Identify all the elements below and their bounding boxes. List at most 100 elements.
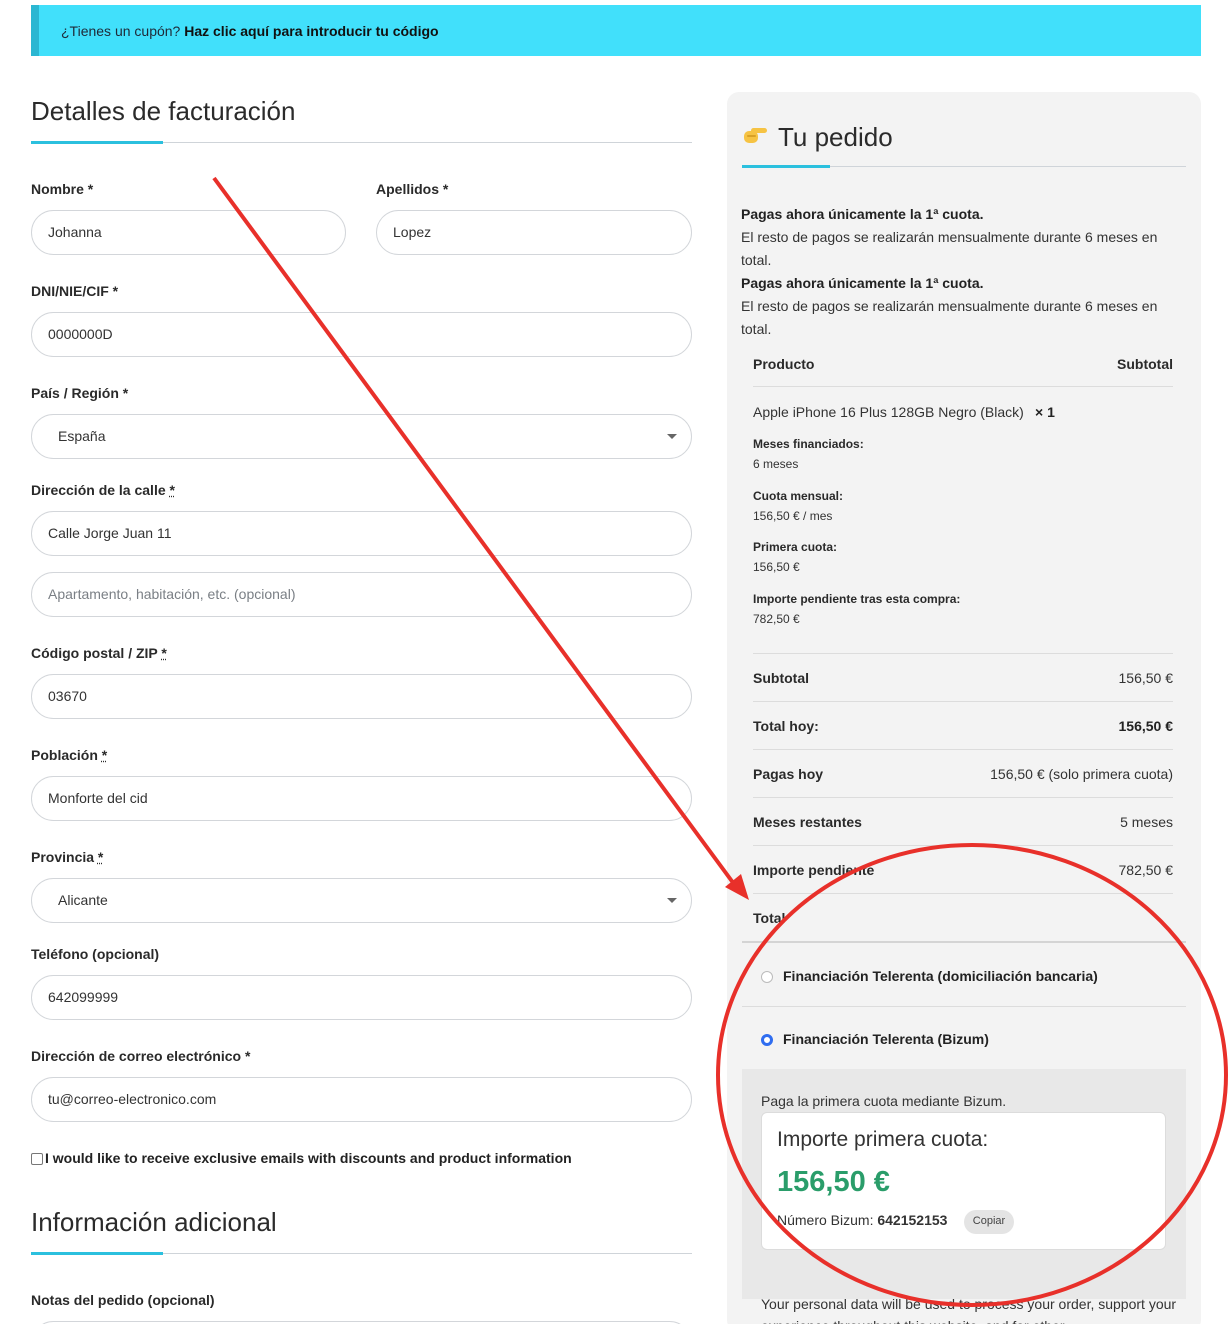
additional-title: Información adicional — [31, 1207, 277, 1237]
product-name: Apple iPhone 16 Plus 128GB Negro (Black) — [753, 404, 1024, 420]
city-field[interactable]: Monforte del cid — [31, 776, 692, 821]
payment-method-bank[interactable]: Financiación Telerenta (domiciliación ba… — [761, 968, 1098, 984]
province-label-text: Provincia — [31, 849, 95, 865]
newsletter-row[interactable]: I would like to receive exclusive emails… — [31, 1150, 572, 1166]
last-name-field[interactable]: Lopez — [376, 210, 692, 255]
order-title-text: Tu pedido — [778, 122, 893, 152]
product-column-header: Producto — [753, 356, 815, 372]
meta-value: 782,50 € — [753, 612, 800, 626]
bizum-card-title: Importe primera cuota: — [777, 1128, 989, 1151]
bizum-number-line: Número Bizum: 642152153 — [777, 1212, 947, 1228]
coupon-prefix: ¿Tienes un cupón? — [61, 23, 181, 39]
country-value: España — [58, 428, 106, 444]
chevron-down-icon — [667, 898, 677, 903]
order-divider — [742, 165, 1186, 168]
subtotal-column-header: Subtotal — [1117, 356, 1173, 372]
address-label: Dirección de la calle * — [31, 482, 175, 498]
totals-key: Total — [753, 910, 786, 926]
totals-value: 782,50 € — [1118, 862, 1174, 878]
payment-method-label: Financiación Telerenta (Bizum) — [783, 1031, 989, 1047]
payment-method-label: Financiación Telerenta (domiciliación ba… — [783, 968, 1098, 984]
bizum-number: 642152153 — [877, 1212, 948, 1228]
divider — [753, 893, 1173, 894]
note-2-text: El resto de pagos se realizarán mensualm… — [741, 298, 1158, 337]
payment-method-bizum[interactable]: Financiación Telerenta (Bizum) — [761, 1031, 989, 1047]
pointing-hand-icon — [744, 128, 767, 143]
email-field[interactable]: tu@correo-electronico.com — [31, 1077, 692, 1122]
meta-key: Primera cuota: — [753, 540, 838, 554]
note-2-bold: Pagas ahora únicamente la 1ª cuota. — [741, 275, 984, 291]
meta-value: 6 meses — [753, 457, 799, 471]
order-title: Tu pedido — [742, 122, 893, 153]
totals-value: 156,50 € — [1118, 670, 1174, 686]
totals-value: 156,50 € (solo primera cuota) — [990, 766, 1173, 782]
chevron-down-icon — [667, 434, 677, 439]
meta-key: Importe pendiente tras esta compra: — [753, 592, 961, 606]
coupon-banner: ¿Tienes un cupón? Haz clic aquí para int… — [31, 5, 1201, 56]
city-label: Población * — [31, 747, 107, 763]
phone-field[interactable]: 642099999 — [31, 975, 692, 1020]
payment-divider — [742, 941, 1186, 943]
meta-key: Meses financiados: — [753, 437, 864, 451]
installment-note-1: Pagas ahora únicamente la 1ª cuota. El r… — [741, 203, 1181, 272]
copy-button[interactable]: Copiar — [964, 1210, 1014, 1234]
required-mark: * — [97, 849, 104, 865]
divider — [753, 653, 1173, 654]
note-1-text: El resto de pagos se realizarán mensualm… — [741, 229, 1158, 268]
required-mark: * — [101, 747, 108, 763]
coupon-link[interactable]: Haz clic aquí para introducir tu código — [184, 23, 438, 39]
required-mark: * — [161, 645, 167, 661]
totals-key: Total hoy: — [753, 718, 819, 734]
divider — [753, 797, 1173, 798]
divider — [742, 1006, 1186, 1007]
installment-note-2: Pagas ahora únicamente la 1ª cuota. El r… — [741, 272, 1181, 341]
totals-key: Pagas hoy — [753, 766, 824, 782]
newsletter-label: I would like to receive exclusive emails… — [45, 1150, 572, 1166]
note-1-bold: Pagas ahora únicamente la 1ª cuota. — [741, 206, 984, 222]
phone-label: Teléfono (opcional) — [31, 946, 160, 962]
postcode-label: Código postal / ZIP * — [31, 645, 167, 661]
email-label: Dirección de correo electrónico * — [31, 1048, 251, 1064]
postcode-label-text: Código postal / ZIP — [31, 645, 158, 661]
divider — [753, 701, 1173, 702]
required-mark: * — [169, 482, 175, 498]
billing-divider — [31, 141, 692, 144]
newsletter-checkbox[interactable] — [31, 1153, 43, 1165]
meta-value: 156,50 € / mes — [753, 509, 833, 523]
radio-selected-icon[interactable] — [761, 1034, 773, 1046]
dni-field[interactable]: 0000000D — [31, 312, 692, 357]
postcode-field[interactable]: 03670 — [31, 674, 692, 719]
totals-value: 5 meses — [1120, 814, 1173, 830]
bizum-description: Paga la primera cuota mediante Bizum. — [761, 1093, 1007, 1109]
bizum-amount: 156,50 € — [777, 1166, 890, 1198]
bizum-number-label: Número Bizum: — [777, 1212, 874, 1228]
first-name-label: Nombre * — [31, 181, 94, 197]
divider — [753, 386, 1173, 387]
totals-key: Subtotal — [753, 670, 809, 686]
country-label: País / Región * — [31, 385, 129, 401]
province-label: Provincia * — [31, 849, 103, 865]
additional-divider — [31, 1252, 692, 1255]
address-label-text: Dirección de la calle — [31, 482, 166, 498]
divider — [753, 749, 1173, 750]
address-field[interactable]: Calle Jorge Juan 11 — [31, 511, 692, 556]
billing-title: Detalles de facturación — [31, 96, 296, 126]
country-select[interactable]: España — [31, 414, 692, 459]
privacy-text: Your personal data will be used to proce… — [761, 1296, 1177, 1324]
first-name-field[interactable]: Johanna — [31, 210, 346, 255]
dni-label: DNI/NIE/CIF * — [31, 283, 119, 299]
address2-field[interactable]: Apartamento, habitación, etc. (opcional) — [31, 572, 692, 617]
province-select[interactable]: Alicante — [31, 878, 692, 923]
order-notes-label: Notas del pedido (opcional) — [31, 1292, 215, 1308]
totals-key: Importe pendiente — [753, 862, 875, 878]
product-quantity: × 1 — [1035, 404, 1055, 420]
divider — [753, 845, 1173, 846]
radio-icon[interactable] — [761, 971, 773, 983]
province-value: Alicante — [58, 892, 108, 908]
totals-key: Meses restantes — [753, 814, 862, 830]
meta-key: Cuota mensual: — [753, 489, 844, 503]
totals-value: 156,50 € — [1118, 718, 1174, 734]
meta-value: 156,50 € — [753, 560, 800, 574]
city-label-text: Población — [31, 747, 98, 763]
last-name-label: Apellidos * — [376, 181, 449, 197]
